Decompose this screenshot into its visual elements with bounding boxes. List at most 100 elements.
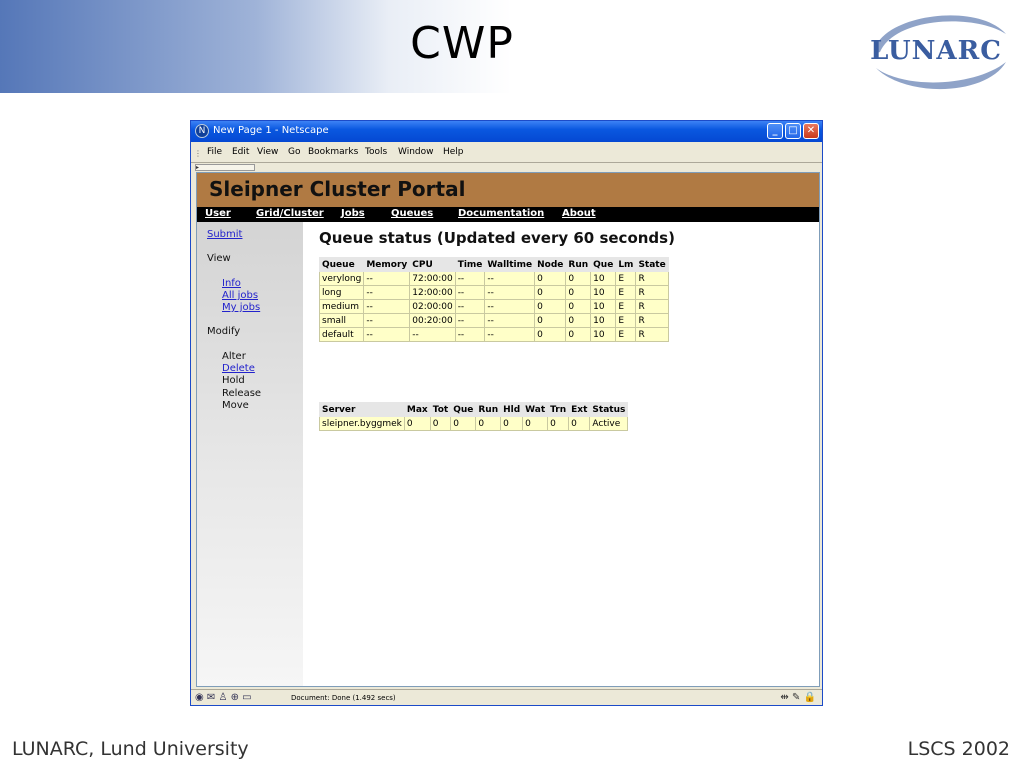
nav-queues[interactable]: Queues [391,208,433,219]
menu-go[interactable]: Go [288,147,300,157]
server-status-table: Server Max Tot Que Run Hld Wat Trn Ext Status sle… [319,402,629,431]
table-cell: R [635,285,669,300]
table-cell: R [635,299,669,314]
window-titlebar[interactable]: N New Page 1 - Netscape _ □ ✕ [191,121,822,142]
queue-status-table: Queue Memory CPU Time Walltime Node Run Que Lm St… [318,257,669,342]
queue-column-header: State [635,257,669,272]
menu-edit[interactable]: Edit [232,147,249,157]
sidebar-hold: Hold [222,375,245,386]
table-cell: 10 [590,285,617,300]
sidebar-submit-link[interactable]: Submit [207,229,242,240]
table-cell: -- [484,327,536,342]
table-cell: -- [409,327,456,342]
nav-jobs[interactable]: Jobs [341,208,365,219]
table-row: medium -- 02:00:00 -- -- 0 0 10 E R [318,299,669,314]
menu-help[interactable]: Help [443,147,464,157]
table-cell: 0 [565,271,592,286]
menu-bookmarks[interactable]: Bookmarks [308,147,358,157]
server-column-header: Server [319,402,405,417]
server-table-header: Server Max Tot Que Run Hld Wat Trn Ext Status [319,402,629,417]
sidebar-my-jobs-link[interactable]: My jobs [222,302,260,313]
sidebar-info-link[interactable]: Info [222,278,241,289]
table-row: default -- -- -- -- 0 0 10 E R [318,327,669,342]
server-column-header: Que [450,402,477,417]
page-viewport: Sleipner Cluster Portal User Grid/Cluste… [196,172,820,687]
maximize-button[interactable]: □ [785,123,801,139]
close-button[interactable]: ✕ [803,123,819,139]
server-column-header: Tot [429,402,452,417]
collapsed-toolbar[interactable]: ▸ [191,162,822,171]
security-lock-icon[interactable]: ⇹ ✎ 🔒 [780,692,816,703]
queue-table-body: verylong -- 72:00:00 -- -- 0 0 10 E Rlong -- 12:00:… [318,271,669,342]
server-column-header: Status [589,402,629,417]
toolbar-handle-icon[interactable]: ▸ [195,164,255,171]
nav-grid-cluster[interactable]: Grid/Cluster [256,208,324,219]
nav-about[interactable]: About [562,208,596,219]
menu-window[interactable]: Window [398,147,434,157]
minimize-button[interactable]: _ [767,123,783,139]
table-cell: 72:00:00 [409,271,456,286]
table-cell: 10 [590,327,617,342]
server-column-header: Wat [522,402,549,417]
table-cell: 0 [534,271,567,286]
table-cell: 0 [534,313,567,328]
menu-tools[interactable]: Tools [365,147,387,157]
statusbar-component-icons[interactable]: ◉ ✉ ♙ ⊕ ▭ [195,692,252,703]
nav-documentation[interactable]: Documentation [458,208,544,219]
nav-user[interactable]: User [205,208,231,219]
table-cell: default [318,327,365,342]
queue-column-header: Run [565,257,592,272]
table-cell: E [615,327,637,342]
server-column-header: Max [403,402,431,417]
table-cell: -- [454,313,486,328]
table-cell: -- [363,313,411,328]
page-title: Queue status (Updated every 60 seconds) [319,229,675,247]
sidebar-view-heading: View [207,253,231,264]
table-cell: -- [454,285,486,300]
table-cell: -- [363,285,411,300]
server-table-body: sleipner.byggmek 0 0 0 0 0 0 0 0 Active [319,416,629,431]
table-cell: E [615,313,637,328]
table-cell: 0 [534,299,567,314]
table-row: small -- 00:20:00 -- -- 0 0 10 E R [318,313,669,328]
table-cell: R [635,313,669,328]
sidebar-all-jobs-link[interactable]: All jobs [222,290,258,301]
queue-column-header: Lm [615,257,637,272]
server-column-header: Hld [500,402,524,417]
table-cell: 0 [565,327,592,342]
table-cell: E [615,271,637,286]
table-cell: 12:00:00 [409,285,456,300]
table-cell: 0 [534,285,567,300]
menubar-grip-icon[interactable]: ⋮ [194,149,202,158]
queue-column-header: Que [590,257,617,272]
footer-left: LUNARC, Lund University [12,738,249,760]
table-cell: -- [484,285,536,300]
lunarc-logo: LUNARC [856,6,1016,94]
menu-view[interactable]: View [257,147,278,157]
table-cell: 0 [565,313,592,328]
queue-table-header: Queue Memory CPU Time Walltime Node Run Que Lm St… [318,257,669,272]
menu-file[interactable]: File [207,147,222,157]
table-cell: -- [484,299,536,314]
table-cell: R [635,271,669,286]
table-cell: -- [363,299,411,314]
sidebar-move: Move [222,400,249,411]
menu-bar: ⋮ File Edit View Go Bookmarks Tools Wind… [191,144,822,161]
table-cell: medium [318,299,365,314]
table-cell: -- [454,299,486,314]
sidebar-release: Release [222,388,262,399]
browser-window: N New Page 1 - Netscape _ □ ✕ ⋮ File Edi… [190,120,823,706]
table-row: long -- 12:00:00 -- -- 0 0 10 E R [318,285,669,300]
portal-banner: Sleipner Cluster Portal [197,173,819,207]
server-column-header: Run [475,402,502,417]
table-cell: 0 [547,416,570,431]
table-cell: 0 [568,416,591,431]
sidebar-delete-link[interactable]: Delete [222,363,255,374]
queue-column-header: Node [534,257,567,272]
table-cell: -- [454,271,486,286]
table-cell: Active [589,416,629,431]
status-text: Document: Done (1.492 secs) [291,694,396,702]
window-title: New Page 1 - Netscape [213,125,329,136]
table-cell: R [635,327,669,342]
netscape-icon: N [195,124,209,138]
